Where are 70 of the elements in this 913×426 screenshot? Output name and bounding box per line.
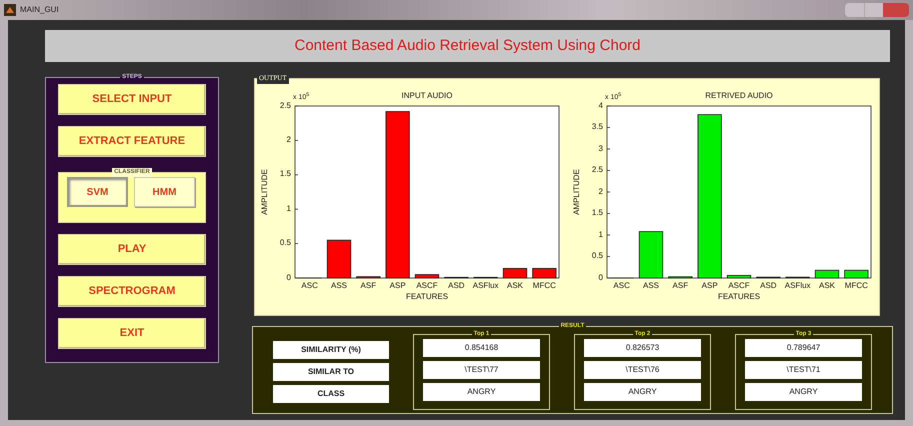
result-field: ANGRY [584,383,701,401]
y-tick-label: 1 [286,204,291,213]
result-field: ANGRY [423,383,540,401]
x-tick-label: ASCF [728,282,750,290]
step-button[interactable]: EXTRACT FEATURE [58,126,206,157]
result-field: 0.854168 [423,339,540,357]
step-button[interactable]: PLAY [58,234,206,265]
x-tick-label: ASP [390,282,406,290]
result-field: ANGRY [745,383,862,401]
bar [414,274,440,278]
y-tick-label: 0 [286,274,291,282]
y-tick-label: 2 [598,188,603,196]
y-tick-label: 0 [598,274,603,282]
x-axis-label: FEATURES [406,292,448,300]
x-tick-label: ASD [760,282,777,290]
y-axis-label: AMPLITUDE [573,168,581,214]
x-tick-label: ASFlux [784,282,811,290]
y-tick-label: 2 [286,136,291,144]
result-field: \TEST\77 [423,361,540,379]
x-tick-label: ASFlux [472,282,499,290]
classifier-button[interactable]: SVM [67,177,128,207]
app-icon [4,4,16,16]
y-tick-label: 2.5 [592,166,603,174]
y-tick-label: 3 [598,144,603,152]
x-tick-label: ASK [819,282,835,290]
bar [326,239,352,278]
y-tick-label: 1.5 [592,209,603,217]
x-tick-label: ASF [360,282,376,290]
bar [532,267,556,278]
bar [638,230,664,278]
result-field: \TEST\71 [745,361,862,379]
step-button[interactable]: SELECT INPUT [58,84,206,115]
y-tick-label: 3.5 [592,123,603,131]
y-tick-label: 4 [598,102,603,110]
y-tick-label: 1.5 [280,170,291,178]
x-tick-label: ASCF [416,282,438,290]
x-tick-label: ASF [672,282,688,290]
x-tick-label: ASK [507,282,523,290]
step-button[interactable]: SPECTROGRAM [58,276,206,307]
y-axis-label: AMPLITUDE [261,168,269,214]
chart-title: RETRIVED AUDIO [705,92,773,100]
y-tick-label: 0.5 [592,252,603,260]
x-tick-label: MFCC [532,282,556,290]
bar [502,267,528,278]
x-tick-label: ASC [301,282,318,290]
row-label: SIMILAR TO [273,363,389,381]
x-tick-label: MFCC [844,282,868,290]
classifier-button[interactable]: HMM [134,177,195,207]
x-tick-label: ASC [613,282,630,290]
x-axis-label: FEATURES [718,292,760,300]
chart-title: INPUT AUDIO [402,92,452,100]
y-tick-label: 2.5 [280,102,291,110]
row-label: SIMILARITY (%) [273,341,389,359]
step-button[interactable]: EXIT [58,318,206,349]
x-tick-label: ASS [331,282,347,290]
result-field: \TEST\76 [584,361,701,379]
result-field: 0.789647 [745,339,862,357]
row-label: CLASS [273,385,389,403]
y-tick-label: 1 [598,230,603,238]
y-tick-label: 0.5 [280,239,291,248]
result-field: 0.826573 [584,339,701,357]
x-tick-label: ASS [643,282,659,290]
bar [726,274,752,278]
window-controls[interactable] [845,3,909,17]
bar [668,276,692,278]
x-tick-label: ASD [448,282,465,290]
app-title: Content Based Audio Retrieval System Using Chord [294,36,640,56]
bar [356,276,380,278]
window-title: MAIN_GUI [20,4,59,16]
x-tick-label: ASP [702,282,718,290]
